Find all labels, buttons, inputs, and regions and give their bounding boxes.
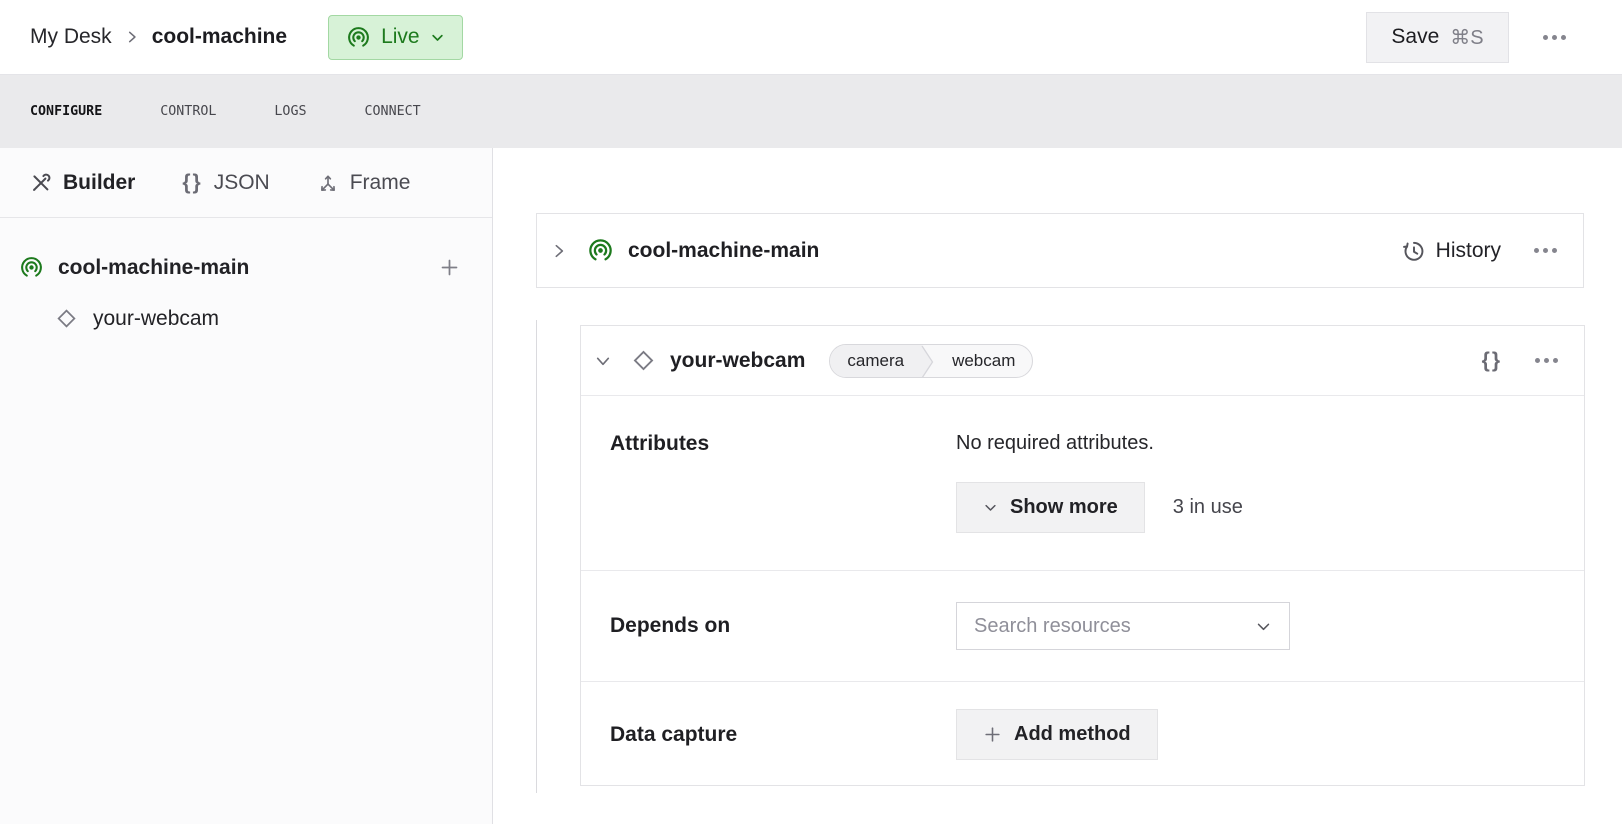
machine-config-page: My Desk cool-machine Live Save ⌘ bbox=[0, 0, 1622, 824]
header-overflow-menu-button[interactable] bbox=[1543, 35, 1566, 40]
component-diamond-icon bbox=[55, 307, 78, 330]
view-tab-builder-label: Builder bbox=[63, 171, 135, 195]
machine-nav-tabs: CONFIGURE CONTROL LOGS CONNECT bbox=[0, 75, 1622, 148]
attributes-empty-text: No required attributes. bbox=[956, 432, 1154, 455]
plus-icon bbox=[983, 725, 1002, 744]
component-diamond-icon bbox=[631, 348, 656, 373]
plus-icon bbox=[439, 257, 460, 278]
badge-separator-chevron bbox=[921, 345, 935, 378]
tab-configure[interactable]: CONFIGURE bbox=[30, 104, 102, 119]
tab-connect[interactable]: CONNECT bbox=[365, 104, 421, 119]
machine-status-badge[interactable]: Live bbox=[328, 15, 463, 60]
chevron-down-icon bbox=[1255, 618, 1272, 635]
breadcrumb-current: cool-machine bbox=[152, 25, 287, 49]
resource-type-badge: camera webcam bbox=[829, 344, 1033, 378]
resource-card-collapse-button[interactable] bbox=[595, 353, 611, 369]
history-button[interactable]: History bbox=[1401, 238, 1501, 264]
resource-card-actions: {} bbox=[1482, 349, 1558, 373]
tree-item-your-webcam[interactable]: your-webcam bbox=[0, 295, 492, 342]
save-button[interactable]: Save ⌘S bbox=[1366, 12, 1509, 63]
header-actions: Save ⌘S bbox=[1366, 12, 1592, 63]
add-resource-button[interactable] bbox=[439, 257, 460, 278]
data-capture-section: Data capture Add method bbox=[581, 682, 1584, 787]
chevron-down-icon bbox=[595, 353, 611, 369]
part-card-actions: History bbox=[1401, 238, 1557, 264]
machine-part-icon bbox=[19, 255, 44, 280]
breadcrumb: My Desk cool-machine bbox=[30, 25, 287, 49]
show-more-button[interactable]: Show more bbox=[956, 482, 1145, 533]
config-sidebar: Builder {} JSON Frame bbox=[0, 148, 493, 824]
depends-on-section: Depends on Search resources bbox=[581, 571, 1584, 682]
machine-part-card: cool-machine-main History bbox=[536, 213, 1584, 288]
resource-card-title: your-webcam bbox=[670, 349, 805, 373]
save-button-label: Save bbox=[1391, 25, 1439, 49]
online-icon bbox=[346, 25, 371, 50]
add-method-button[interactable]: Add method bbox=[956, 709, 1158, 760]
ellipsis-icon bbox=[1534, 248, 1539, 253]
part-card-menu-button[interactable] bbox=[1534, 248, 1557, 253]
depends-on-select[interactable]: Search resources bbox=[956, 602, 1290, 650]
resource-tree: cool-machine-main your-webcam bbox=[0, 218, 492, 342]
nesting-connector-line bbox=[536, 320, 537, 793]
tree-item-label: your-webcam bbox=[93, 307, 219, 331]
tools-icon bbox=[30, 172, 52, 194]
depends-on-label: Depends on bbox=[610, 614, 956, 638]
braces-icon: {} bbox=[182, 171, 202, 195]
history-icon bbox=[1401, 238, 1427, 264]
resource-card-header: your-webcam camera webcam {} bbox=[581, 326, 1584, 396]
ellipsis-icon bbox=[1535, 358, 1540, 363]
view-tab-frame[interactable]: Frame bbox=[317, 171, 411, 195]
status-badge-label: Live bbox=[381, 25, 420, 49]
app-header: My Desk cool-machine Live Save ⌘ bbox=[0, 0, 1622, 75]
resource-card-menu-button[interactable] bbox=[1535, 358, 1558, 363]
data-capture-label: Data capture bbox=[610, 723, 956, 747]
view-tab-builder[interactable]: Builder bbox=[30, 171, 135, 195]
attributes-section: Attributes No required attributes. Show … bbox=[581, 396, 1584, 571]
part-card-title: cool-machine-main bbox=[628, 239, 819, 263]
view-tab-frame-label: Frame bbox=[350, 171, 411, 195]
view-tab-json[interactable]: {} JSON bbox=[182, 171, 269, 195]
tab-control[interactable]: CONTROL bbox=[160, 104, 216, 119]
view-tab-json-label: JSON bbox=[214, 171, 270, 195]
frame-icon bbox=[317, 172, 339, 194]
tab-logs[interactable]: LOGS bbox=[274, 104, 306, 119]
resource-model-label: webcam bbox=[935, 345, 1032, 377]
resource-json-button[interactable]: {} bbox=[1482, 349, 1502, 373]
attributes-in-use-count: 3 in use bbox=[1173, 496, 1243, 519]
add-method-label: Add method bbox=[1014, 723, 1131, 746]
tree-item-cool-machine-main[interactable]: cool-machine-main bbox=[0, 244, 492, 291]
part-card-expand-button[interactable] bbox=[551, 243, 567, 259]
resource-card-your-webcam: your-webcam camera webcam {} bbox=[580, 325, 1585, 786]
history-button-label: History bbox=[1436, 239, 1501, 263]
tree-item-label: cool-machine-main bbox=[58, 256, 249, 280]
breadcrumb-parent[interactable]: My Desk bbox=[30, 25, 112, 49]
chevron-right-icon bbox=[551, 243, 567, 259]
resource-api-label: camera bbox=[830, 345, 921, 377]
config-view-tabs: Builder {} JSON Frame bbox=[0, 148, 492, 218]
chevron-down-icon bbox=[430, 30, 445, 45]
attributes-label: Attributes bbox=[610, 432, 956, 456]
config-main: cool-machine-main History bbox=[494, 148, 1622, 824]
machine-part-icon bbox=[587, 237, 614, 264]
depends-on-placeholder: Search resources bbox=[974, 615, 1131, 638]
chevron-right-icon bbox=[125, 30, 139, 44]
chevron-down-icon bbox=[983, 500, 998, 515]
show-more-label: Show more bbox=[1010, 496, 1118, 519]
save-shortcut-hint: ⌘S bbox=[1450, 25, 1483, 50]
ellipsis-icon bbox=[1543, 35, 1548, 40]
braces-icon: {} bbox=[1482, 349, 1502, 372]
